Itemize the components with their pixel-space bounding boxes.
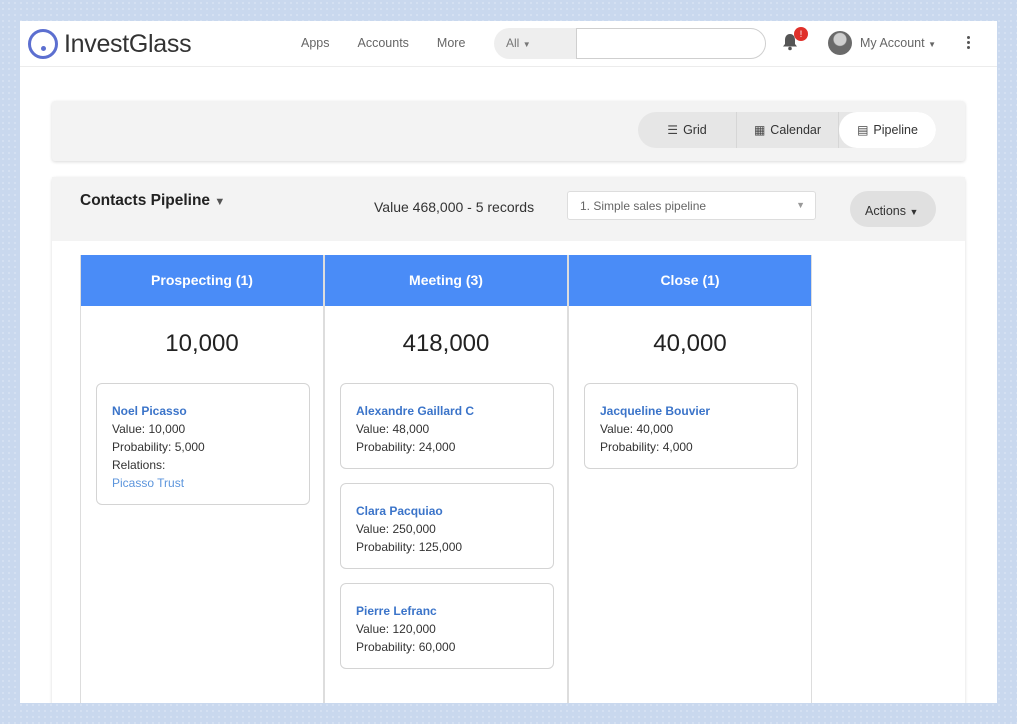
column-total: 10,000 xyxy=(165,330,239,357)
chevron-down-icon: ▼ xyxy=(522,40,531,49)
logo[interactable]: InvestGlass xyxy=(28,28,192,60)
top-navbar: InvestGlass Apps Accounts More All ▼ ! M… xyxy=(20,21,997,67)
column-total: 40,000 xyxy=(653,330,727,357)
pipeline-column-meeting: Meeting (3) 418,000 Alexandre Gaillard C… xyxy=(324,255,568,703)
logo-text: InvestGlass xyxy=(64,29,192,58)
view-pipeline-label: Pipeline xyxy=(873,123,918,137)
card-probability: Probability: 4,000 xyxy=(600,440,693,454)
card-contact-name[interactable]: Jacqueline Bouvier xyxy=(600,402,797,420)
nav-link-more[interactable]: More xyxy=(437,36,465,50)
avatar[interactable] xyxy=(828,31,852,55)
card-value: Value: 40,000 xyxy=(600,422,674,436)
nav-links: Apps Accounts More xyxy=(301,36,465,50)
pipeline-panel: Contacts Pipeline ▼ Value 468,000 - 5 re… xyxy=(52,177,965,703)
actions-button[interactable]: Actions ▼ xyxy=(850,191,936,227)
chevron-down-icon: ▼ xyxy=(909,207,919,217)
card-contact-name[interactable]: Clara Pacquiao xyxy=(356,502,553,520)
pipeline-select[interactable]: 1. Simple sales pipeline ▼ xyxy=(567,191,816,220)
pipeline-select-value: 1. Simple sales pipeline xyxy=(580,199,707,213)
chevron-down-icon: ▼ xyxy=(214,196,226,208)
chevron-down-icon: ▼ xyxy=(796,200,805,210)
card-value: Value: 120,000 xyxy=(356,622,436,636)
view-grid-label: Grid xyxy=(683,123,707,137)
search-group: All ▼ xyxy=(494,28,766,59)
card-contact-name[interactable]: Alexandre Gaillard C xyxy=(356,402,553,420)
view-calendar-button[interactable]: ▦ Calendar xyxy=(737,112,839,148)
pipeline-summary: Value 468,000 - 5 records xyxy=(374,199,535,215)
calendar-icon: ▦ xyxy=(753,123,766,137)
card-probability: Probability: 125,000 xyxy=(356,540,463,554)
actions-label: Actions xyxy=(865,204,906,218)
notification-badge[interactable]: ! xyxy=(794,27,808,41)
view-calendar-label: Calendar xyxy=(770,123,822,137)
pipeline-column-prospecting: Prospecting (1) 10,000 Noel Picasso Valu… xyxy=(80,255,324,703)
nav-link-accounts[interactable]: Accounts xyxy=(358,36,409,50)
column-total: 418,000 xyxy=(402,330,490,357)
pipeline-board: Prospecting (1) 10,000 Noel Picasso Valu… xyxy=(80,255,813,703)
deal-card[interactable]: Clara Pacquiao Value: 250,000 Probabilit… xyxy=(340,483,554,569)
view-switch-panel: ☰ Grid ▦ Calendar ▤ Pipeline xyxy=(52,101,965,161)
column-header: Prospecting (1) xyxy=(81,255,323,306)
card-probability: Probability: 5,000 xyxy=(112,440,205,454)
account-label: My Account xyxy=(860,36,925,50)
card-probability: Probability: 60,000 xyxy=(356,640,456,654)
card-probability: Probability: 24,000 xyxy=(356,440,456,454)
app-window: InvestGlass Apps Accounts More All ▼ ! M… xyxy=(20,21,997,703)
card-value: Value: 10,000 xyxy=(112,422,186,436)
more-options-icon[interactable] xyxy=(967,36,971,50)
column-header: Close (1) xyxy=(569,255,811,306)
column-header: Meeting (3) xyxy=(325,255,567,306)
view-grid-button[interactable]: ☰ Grid xyxy=(638,112,737,148)
pipeline-title: Contacts Pipeline xyxy=(80,192,211,209)
search-input[interactable] xyxy=(576,28,766,59)
deal-card[interactable]: Alexandre Gaillard C Value: 48,000 Proba… xyxy=(340,383,554,469)
view-switch: ☰ Grid ▦ Calendar ▤ Pipeline xyxy=(638,112,936,148)
pipeline-title-dropdown[interactable]: Contacts Pipeline ▼ xyxy=(80,192,225,210)
card-relation-link[interactable]: Picasso Trust xyxy=(112,474,309,492)
card-value: Value: 48,000 xyxy=(356,422,430,436)
account-menu[interactable]: My Account ▼ xyxy=(860,36,936,50)
card-relations-label: Relations: xyxy=(112,458,166,472)
deal-card[interactable]: Pierre Lefranc Value: 120,000 Probabilit… xyxy=(340,583,554,669)
logo-icon xyxy=(28,29,58,59)
card-contact-name[interactable]: Pierre Lefranc xyxy=(356,602,553,620)
deal-card[interactable]: Noel Picasso Value: 10,000 Probability: … xyxy=(96,383,310,505)
card-value: Value: 250,000 xyxy=(356,522,436,536)
pipeline-header: Contacts Pipeline ▼ Value 468,000 - 5 re… xyxy=(52,177,965,241)
pipeline-column-close: Close (1) 40,000 Jacqueline Bouvier Valu… xyxy=(568,255,812,703)
search-scope-label: All xyxy=(506,36,520,50)
card-contact-name[interactable]: Noel Picasso xyxy=(112,402,309,420)
pipeline-icon: ▤ xyxy=(857,123,869,137)
chevron-down-icon: ▼ xyxy=(928,40,937,49)
view-pipeline-button[interactable]: ▤ Pipeline xyxy=(839,112,936,148)
deal-card[interactable]: Jacqueline Bouvier Value: 40,000 Probabi… xyxy=(584,383,798,469)
list-icon: ☰ xyxy=(667,123,679,137)
search-scope-select[interactable]: All ▼ xyxy=(494,28,579,59)
nav-link-apps[interactable]: Apps xyxy=(301,36,330,50)
